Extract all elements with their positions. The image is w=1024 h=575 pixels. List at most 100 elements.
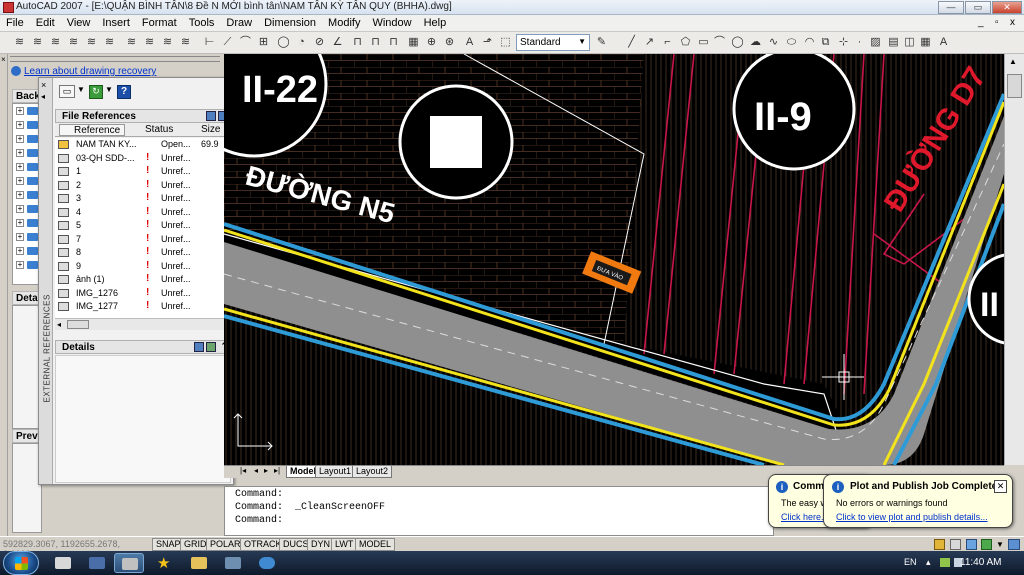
plot-publish-balloon[interactable]: i Plot and Publish Job Complete ✕ No err… (823, 474, 1013, 528)
plot-status-icon[interactable] (934, 539, 945, 550)
menu-help[interactable]: Help (418, 15, 453, 29)
close-icon[interactable]: × (41, 80, 46, 90)
region-icon[interactable]: ◫ (902, 35, 917, 50)
polygon-icon[interactable]: ⬠ (678, 35, 693, 50)
chevron-down-icon[interactable]: ▼ (77, 85, 85, 94)
close-icon[interactable]: × (1, 55, 6, 64)
point-icon[interactable]: · (852, 35, 867, 50)
menu-format[interactable]: Format (136, 15, 183, 29)
menu-tools[interactable]: Tools (183, 15, 221, 29)
last-tab-icon[interactable]: ▸| (274, 466, 280, 475)
menu-view[interactable]: View (61, 15, 97, 29)
dim-style-icon[interactable]: ⬚ (498, 35, 513, 50)
comm-center-icon[interactable] (966, 539, 977, 550)
revision-cloud-icon[interactable]: ☁ (748, 35, 763, 50)
details-view-icon[interactable] (194, 342, 204, 352)
next-tab-icon[interactable]: ▸ (264, 466, 268, 475)
first-tab-icon[interactable]: |◂ (240, 466, 246, 475)
column-status[interactable]: Status (145, 124, 173, 135)
dim-continue-icon[interactable]: ⊓ (386, 35, 401, 50)
taskbar-tool-app[interactable] (218, 553, 248, 573)
dim-aligned-icon[interactable]: ⟋ (220, 35, 235, 50)
expand-icon[interactable]: + (16, 149, 24, 157)
tolerance-icon[interactable]: ▦ (406, 35, 421, 50)
dim-linear-icon[interactable]: ⊢ (202, 35, 217, 50)
dim-radius-icon[interactable]: ◯ (276, 35, 291, 50)
learn-recovery-link[interactable]: Learn about drawing recovery (24, 66, 156, 77)
doc-minimize-button[interactable]: _ (978, 17, 984, 28)
command-prompt[interactable]: Command: (235, 515, 763, 528)
taskbar-autocad[interactable] (114, 553, 144, 573)
dim-quick-icon[interactable]: ⊓ (350, 35, 365, 50)
tray-expand-icon[interactable]: ▴ (926, 557, 931, 568)
menu-window[interactable]: Window (366, 15, 417, 29)
make-block-icon[interactable]: ⊹ (836, 35, 851, 50)
center-mark-icon[interactable]: ⊕ (424, 35, 439, 50)
scroll-left-icon[interactable]: ◂ (57, 320, 61, 329)
expand-icon[interactable]: + (16, 107, 24, 115)
palette-title-strip[interactable]: × ◂ EXTERNAL REFERENCES (39, 78, 53, 484)
chevron-down-icon[interactable]: ▼ (996, 540, 1004, 549)
table-row[interactable]: 3! Unref... (55, 192, 231, 206)
attach-dwg-icon[interactable]: ▭ (59, 85, 75, 98)
table-row[interactable]: ảnh (1)! Unref... (55, 273, 231, 287)
layer-match-icon[interactable]: ≋ (102, 35, 117, 50)
scroll-thumb[interactable] (67, 320, 89, 329)
expand-icon[interactable]: + (16, 191, 24, 199)
network-icon[interactable] (940, 558, 950, 567)
dim-diameter-icon[interactable]: ⊘ (312, 35, 327, 50)
hatch-icon[interactable]: ▨ (868, 35, 883, 50)
chevron-down-icon[interactable]: ▼ (105, 85, 113, 94)
close-button[interactable]: ✕ (992, 1, 1022, 14)
dim-jogged-icon[interactable]: ◔ (294, 35, 309, 50)
pin-icon[interactable]: ◂ (41, 92, 45, 101)
taskbar-star-app[interactable]: ★ (150, 553, 180, 573)
layer-walk-icon[interactable]: ≋ (124, 35, 139, 50)
construction-line-icon[interactable]: ↗ (642, 35, 657, 50)
dim-edit-icon[interactable]: ⊛ (442, 35, 457, 50)
coordinate-readout[interactable]: 592829.3067, 1192655.2678, 0.0000 (3, 539, 149, 559)
lock-icon[interactable] (950, 539, 961, 550)
expand-icon[interactable]: + (16, 233, 24, 241)
dim-text-edit-icon[interactable]: A (462, 35, 477, 50)
taskbar-save-app[interactable] (82, 553, 112, 573)
dim-style-select[interactable]: Standard ▼ (516, 34, 590, 51)
dyn-toggle[interactable]: DYN (307, 538, 335, 551)
menu-file[interactable]: File (0, 15, 30, 29)
xref-notify-icon[interactable] (981, 539, 992, 550)
vertical-scrollbar[interactable]: ▲ (1004, 54, 1024, 465)
taskbar-explorer[interactable] (184, 553, 214, 573)
expand-icon[interactable]: + (16, 135, 24, 143)
layer-lock-icon[interactable]: ≋ (48, 35, 63, 50)
gradient-icon[interactable]: ▤ (886, 35, 901, 50)
polyline-icon[interactable]: ⌐ (660, 35, 675, 50)
dim-angular-icon[interactable]: ∠ (330, 35, 345, 50)
expand-icon[interactable]: + (16, 163, 24, 171)
layer-delete-icon[interactable]: ≋ (160, 35, 175, 50)
menu-modify[interactable]: Modify (322, 15, 366, 29)
taskbar-fm-app[interactable] (48, 553, 78, 573)
table-row[interactable]: 2! Unref... (55, 179, 231, 193)
layer-state-icon[interactable]: ≋ (12, 35, 27, 50)
expand-icon[interactable]: + (16, 121, 24, 129)
horizontal-scrollbar[interactable]: ◂ ▸ (55, 318, 231, 330)
clock[interactable]: 11:40 AM (960, 557, 1002, 568)
plot-balloon-link[interactable]: Click to view plot and publish details..… (836, 512, 988, 522)
dim-style-manager-icon[interactable]: ✎ (594, 35, 609, 50)
start-button[interactable] (3, 551, 39, 575)
model-toggle[interactable]: MODEL (355, 538, 396, 551)
taskbar-chat-app[interactable] (252, 553, 282, 573)
table-row[interactable]: NAM TAN KY... Open... 69.9 (55, 138, 231, 152)
insert-block-icon[interactable]: ⧉ (818, 35, 833, 50)
expand-icon[interactable]: + (16, 261, 24, 269)
expand-icon[interactable]: + (16, 177, 24, 185)
table-row[interactable]: 5! Unref... (55, 219, 231, 233)
panel-grip[interactable] (10, 56, 220, 62)
prev-tab-icon[interactable]: ◂ (254, 466, 258, 475)
scroll-up-icon[interactable]: ▲ (1009, 57, 1017, 66)
layer-merge-icon[interactable]: ≋ (142, 35, 157, 50)
rectangle-icon[interactable]: ▭ (696, 35, 711, 50)
minimize-button[interactable]: — (938, 1, 964, 14)
preview-view-icon[interactable] (206, 342, 216, 352)
table-row[interactable]: 8! Unref... (55, 246, 231, 260)
